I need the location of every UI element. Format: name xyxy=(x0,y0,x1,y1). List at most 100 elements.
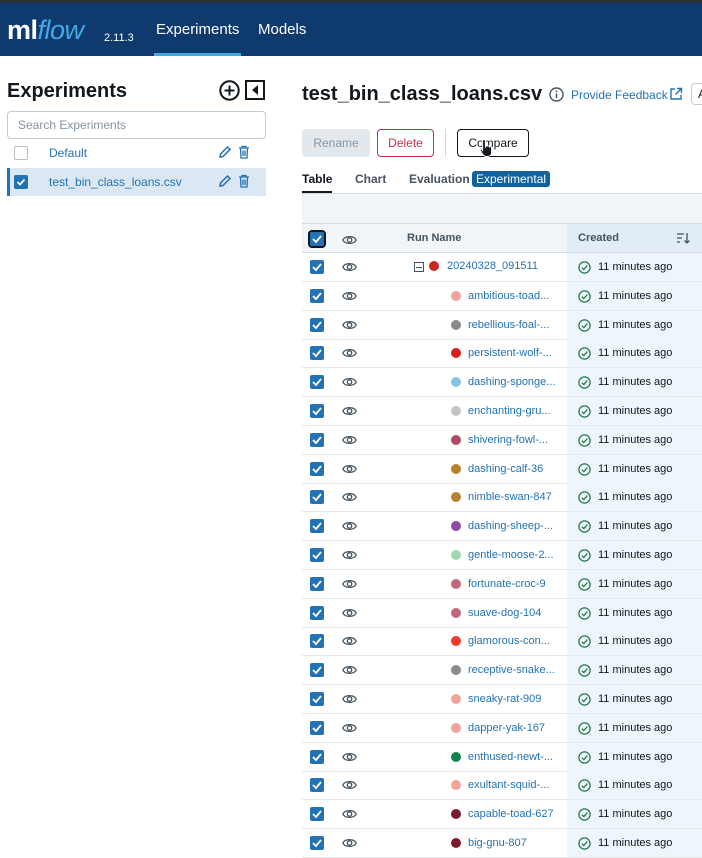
visibility-eye-icon[interactable] xyxy=(342,463,357,475)
collapse-sidebar-icon[interactable] xyxy=(245,80,265,100)
sidebar-item-test-bin-class-loans[interactable]: test_bin_class_loans.csv xyxy=(7,168,266,196)
table-row[interactable]: enchanting-gru... 11 minutes ago xyxy=(302,397,702,426)
visibility-eye-icon[interactable] xyxy=(342,347,357,359)
run-name-link[interactable]: fortunate-croc-9 xyxy=(468,578,546,590)
table-row[interactable]: fortunate-croc-9 11 minutes ago xyxy=(302,569,702,599)
run-name-link[interactable]: suave-dog-104 xyxy=(468,607,541,619)
table-row[interactable]: enthused-newt-... 11 minutes ago xyxy=(302,742,702,772)
run-checkbox[interactable] xyxy=(310,317,324,332)
sidebar-item-default[interactable]: Default xyxy=(7,139,266,167)
nav-experiments[interactable]: Experiments xyxy=(154,3,242,56)
table-row[interactable]: dashing-sponge... 11 minutes ago xyxy=(302,368,702,398)
run-checkbox[interactable] xyxy=(310,807,324,822)
run-checkbox[interactable] xyxy=(310,692,324,706)
run-checkbox[interactable] xyxy=(310,836,324,850)
visibility-eye-icon[interactable] xyxy=(342,664,357,676)
table-row[interactable]: suave-dog-104 11 minutes ago xyxy=(302,598,702,628)
run-name-link[interactable]: ambitious-toad... xyxy=(468,290,549,302)
run-name-link[interactable]: enchanting-gru... xyxy=(468,405,551,417)
external-link-icon[interactable] xyxy=(669,87,683,101)
run-checkbox[interactable] xyxy=(310,375,324,390)
mlflow-logo[interactable]: ml flow xyxy=(7,15,84,45)
visibility-eye-icon[interactable] xyxy=(342,751,357,763)
table-row[interactable]: receptive-snake... 11 minutes ago xyxy=(302,656,702,686)
run-checkbox[interactable] xyxy=(310,749,324,764)
tab-evaluation[interactable]: Evaluation xyxy=(409,172,470,186)
run-name-link[interactable]: dashing-calf-36 xyxy=(468,463,543,475)
visibility-eye-icon[interactable] xyxy=(342,779,357,791)
visibility-eye-icon[interactable] xyxy=(342,808,357,820)
run-name-link[interactable]: nimble-swan-847 xyxy=(468,491,552,503)
visibility-eye-icon[interactable] xyxy=(342,491,357,503)
visibility-eye-icon[interactable] xyxy=(342,722,357,734)
run-name-link[interactable]: 20240328_091511 xyxy=(447,260,538,272)
visibility-eye-icon[interactable] xyxy=(342,376,357,388)
run-name-link[interactable]: capable-toad-627 xyxy=(468,808,554,820)
run-name-link[interactable]: shivering-fowl-... xyxy=(468,434,548,446)
visibility-eye-icon[interactable] xyxy=(342,607,357,619)
table-row[interactable]: big-gnu-807 11 minutes ago xyxy=(302,829,702,858)
column-header-created[interactable]: Created xyxy=(578,232,619,244)
visibility-eye-icon[interactable] xyxy=(342,290,357,302)
run-checkbox[interactable] xyxy=(310,404,324,418)
visibility-eye-icon[interactable] xyxy=(342,549,357,561)
run-name-link[interactable]: sneaky-rat-909 xyxy=(468,693,541,705)
table-row[interactable]: sneaky-rat-909 11 minutes ago xyxy=(302,685,702,714)
info-icon[interactable] xyxy=(549,87,564,102)
run-name-link[interactable]: gentle-moose-2... xyxy=(468,549,554,561)
visibility-eye-icon[interactable] xyxy=(342,520,357,532)
table-row[interactable]: rebellious-foal-... 11 minutes ago xyxy=(302,310,702,340)
run-name-link[interactable]: enthused-newt-... xyxy=(468,751,553,763)
run-checkbox[interactable] xyxy=(310,519,324,534)
visibility-eye-icon[interactable] xyxy=(342,837,357,849)
table-row[interactable]: dashing-sheep-... 11 minutes ago xyxy=(302,512,702,542)
run-checkbox[interactable] xyxy=(310,576,324,591)
run-name-link[interactable]: glamorous-con... xyxy=(468,635,550,647)
visibility-eye-icon[interactable] xyxy=(342,261,357,273)
rename-button[interactable]: Rename xyxy=(302,129,370,157)
run-name-link[interactable]: dashing-sheep-... xyxy=(468,520,553,532)
delete-button[interactable]: Delete xyxy=(377,129,434,157)
sidebar-item-label[interactable]: Default xyxy=(49,146,87,160)
visibility-eye-icon[interactable] xyxy=(342,434,357,446)
tab-table[interactable]: Table xyxy=(302,172,333,193)
visibility-eye-icon[interactable] xyxy=(342,693,357,705)
run-name-link[interactable]: receptive-snake... xyxy=(468,664,555,676)
run-checkbox[interactable] xyxy=(310,490,324,505)
run-checkbox[interactable] xyxy=(310,346,324,361)
run-name-link[interactable]: dapper-yak-167 xyxy=(468,722,545,734)
run-name-link[interactable]: exultant-squid-... xyxy=(468,779,549,791)
table-row[interactable]: exultant-squid-... 11 minutes ago xyxy=(302,771,702,801)
sidebar-item-label[interactable]: test_bin_class_loans.csv xyxy=(49,175,182,189)
tab-chart[interactable]: Chart xyxy=(355,172,386,186)
trash-icon[interactable] xyxy=(238,174,250,188)
run-checkbox[interactable] xyxy=(310,548,324,562)
table-row[interactable]: glamorous-con... 11 minutes ago xyxy=(302,627,702,657)
table-row[interactable]: ambitious-toad... 11 minutes ago xyxy=(302,281,702,311)
edit-pencil-icon[interactable] xyxy=(218,145,232,159)
visibility-eye-icon[interactable] xyxy=(342,635,357,647)
table-row[interactable]: dashing-calf-36 11 minutes ago xyxy=(302,454,702,484)
experiment-checkbox[interactable] xyxy=(14,146,28,160)
run-checkbox[interactable] xyxy=(310,432,324,447)
run-checkbox[interactable] xyxy=(310,605,324,620)
sort-descending-icon[interactable] xyxy=(676,231,690,245)
collapse-group-icon[interactable] xyxy=(414,262,424,272)
search-experiments-input[interactable] xyxy=(7,111,266,139)
table-row[interactable]: persistent-wolf-... 11 minutes ago xyxy=(302,339,702,369)
trash-icon[interactable] xyxy=(238,145,250,159)
visibility-eye-icon[interactable] xyxy=(342,405,357,417)
table-row[interactable]: nimble-swan-847 11 minutes ago xyxy=(302,483,702,513)
run-checkbox[interactable] xyxy=(310,663,324,678)
run-name-link[interactable]: persistent-wolf-... xyxy=(468,347,552,359)
visibility-eye-icon[interactable] xyxy=(342,319,357,331)
table-row[interactable]: dapper-yak-167 11 minutes ago xyxy=(302,713,702,743)
nav-models[interactable]: Models xyxy=(256,3,308,56)
run-name-link[interactable]: big-gnu-807 xyxy=(468,837,527,849)
add-experiment-icon[interactable] xyxy=(219,80,240,101)
visibility-eye-icon[interactable] xyxy=(342,578,357,590)
run-checkbox[interactable] xyxy=(310,288,324,303)
run-checkbox[interactable] xyxy=(310,461,324,476)
header-action-button[interactable]: A xyxy=(691,83,702,105)
column-header-run-name[interactable]: Run Name xyxy=(407,232,461,244)
